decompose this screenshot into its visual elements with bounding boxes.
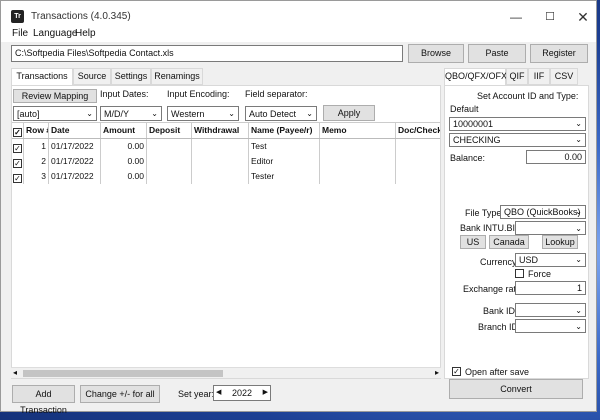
table-row[interactable]: ✓ 2 01/17/2022 0.00 Editor [12, 154, 440, 169]
input-encoding-label: Input Encoding: [167, 89, 230, 99]
file-path-input[interactable]: C:\Softpedia Files\Softpedia Contact.xls [11, 45, 403, 62]
close-icon[interactable]: ✕ [566, 7, 600, 27]
bank-id-label: Bank ID: [483, 306, 518, 316]
table-header: ✓ Row # Date Amount Deposit Withdrawal N… [12, 123, 440, 139]
change-sign-button[interactable]: Change +/- for all [80, 385, 160, 403]
set-year-label: Set year: [178, 389, 215, 399]
file-type-select[interactable]: QBO (QuickBooks) ⌄ [500, 205, 586, 219]
force-checkbox[interactable] [515, 269, 524, 278]
col-doc-check[interactable]: Doc/Check [396, 123, 440, 138]
col-withdrawal[interactable]: Withdrawal [192, 123, 249, 138]
menu-bar: File Language Help [1, 28, 596, 42]
review-mapping-button[interactable]: Review Mapping [13, 89, 97, 103]
convert-button[interactable]: Convert [449, 379, 583, 399]
tab-transactions[interactable]: Transactions (3) [11, 68, 73, 96]
file-type-label: File Type: [465, 208, 504, 218]
force-label: Force [528, 269, 552, 279]
mapping-select[interactable]: [auto] ⌄ [13, 106, 97, 121]
tab-source[interactable]: Source [73, 68, 111, 85]
paste-button[interactable]: Paste [468, 44, 526, 63]
col-date[interactable]: Date [49, 123, 101, 138]
bank-id-select[interactable]: ⌄ [515, 303, 586, 317]
maximize-icon[interactable]: ☐ [533, 7, 567, 27]
transactions-panel: Review Mapping Input Dates: Input Encodi… [11, 85, 441, 379]
chevron-down-icon: ⌄ [86, 109, 93, 118]
apply-button[interactable]: Apply [323, 105, 375, 121]
field-separator-select[interactable]: Auto Detect ⌄ [245, 106, 317, 121]
col-deposit[interactable]: Deposit [147, 123, 192, 138]
horizontal-scrollbar[interactable]: ◂ ▸ [11, 367, 441, 378]
lookup-button[interactable]: Lookup [542, 235, 578, 249]
chevron-down-icon: ⌄ [575, 207, 582, 216]
register-button[interactable]: Register [530, 44, 588, 63]
set-account-heading: Set Account ID and Type: [477, 91, 579, 101]
decrement-icon[interactable]: ◀ [216, 388, 221, 398]
scroll-left-icon[interactable]: ◂ [13, 368, 17, 377]
chevron-down-icon: ⌄ [228, 109, 235, 118]
bank-intu-select[interactable]: ⌄ [515, 221, 586, 235]
tab-csv[interactable]: CSV [550, 68, 578, 85]
col-name[interactable]: Name (Payee/r) [249, 123, 320, 138]
browse-button[interactable]: Browse [408, 44, 464, 63]
row-checkbox[interactable]: ✓ [13, 159, 22, 168]
app-icon: Tr [11, 10, 24, 23]
currency-label: Currency: [480, 257, 520, 267]
open-after-save-label: Open after save [465, 367, 530, 377]
open-after-save-checkbox[interactable]: ✓ [452, 367, 461, 376]
chevron-down-icon: ⌄ [151, 109, 158, 118]
account-id-select[interactable]: 10000001 ⌄ [449, 117, 586, 131]
menu-file[interactable]: File [12, 28, 28, 39]
tab-qbo[interactable]: QBO/QFX/OFX [444, 68, 507, 86]
col-memo[interactable]: Memo [320, 123, 396, 138]
menu-help[interactable]: Help [75, 28, 96, 39]
field-separator-label: Field separator: [245, 89, 308, 99]
us-button[interactable]: US [460, 235, 486, 249]
chevron-down-icon: ⌄ [306, 109, 313, 118]
tab-settings[interactable]: Settings [111, 68, 151, 85]
increment-icon[interactable]: ▶ [263, 388, 268, 398]
input-dates-label: Input Dates: [100, 89, 149, 99]
scroll-right-icon[interactable]: ▸ [435, 368, 439, 377]
chevron-down-icon: ⌄ [575, 135, 582, 144]
year-spinner[interactable]: ◀ 2022 ▶ [213, 385, 271, 401]
balance-label: Balance: [450, 153, 486, 163]
tab-renamings[interactable]: Renamings [151, 68, 203, 85]
scroll-thumb[interactable] [23, 370, 223, 377]
chevron-down-icon: ⌄ [575, 322, 582, 331]
currency-select[interactable]: USD ⌄ [515, 253, 586, 267]
exchange-rate-input[interactable]: 1 [515, 281, 586, 295]
input-dates-select[interactable]: M/D/Y ⌄ [100, 106, 162, 121]
chevron-down-icon: ⌄ [575, 224, 582, 233]
canada-button[interactable]: Canada [489, 235, 529, 249]
col-amount[interactable]: Amount [101, 123, 147, 138]
col-row[interactable]: Row # [24, 123, 49, 138]
chevron-down-icon: ⌄ [575, 306, 582, 315]
tab-iif[interactable]: IIF [528, 68, 550, 85]
branch-id-select[interactable]: ⌄ [515, 319, 586, 333]
select-all-checkbox[interactable]: ✓ [13, 128, 22, 137]
app-window: Tr Transactions (4.0.345) — ☐ ✕ File Lan… [0, 0, 600, 415]
table-row[interactable]: ✓ 3 01/17/2022 0.00 Tester [12, 169, 440, 184]
add-transaction-button[interactable]: Add Transaction [12, 385, 75, 415]
window-title: Transactions (4.0.345) [31, 11, 131, 22]
account-type-select[interactable]: CHECKING ⌄ [449, 133, 586, 147]
chevron-down-icon: ⌄ [575, 255, 582, 264]
balance-input[interactable]: 0.00 [526, 150, 586, 164]
input-encoding-select[interactable]: Western ⌄ [167, 106, 239, 121]
tab-qif[interactable]: QIF [506, 68, 528, 85]
transactions-table: ✓ Row # Date Amount Deposit Withdrawal N… [12, 122, 440, 366]
minimize-icon[interactable]: — [499, 7, 533, 27]
export-panel: Set Account ID and Type: Default 1000000… [444, 85, 589, 379]
menu-language[interactable]: Language [33, 28, 78, 39]
row-checkbox[interactable]: ✓ [13, 144, 22, 153]
table-row[interactable]: ✓ 1 01/17/2022 0.00 Test [12, 139, 440, 154]
default-label: Default [450, 104, 479, 114]
chevron-down-icon: ⌄ [575, 119, 582, 128]
row-checkbox[interactable]: ✓ [13, 174, 22, 183]
